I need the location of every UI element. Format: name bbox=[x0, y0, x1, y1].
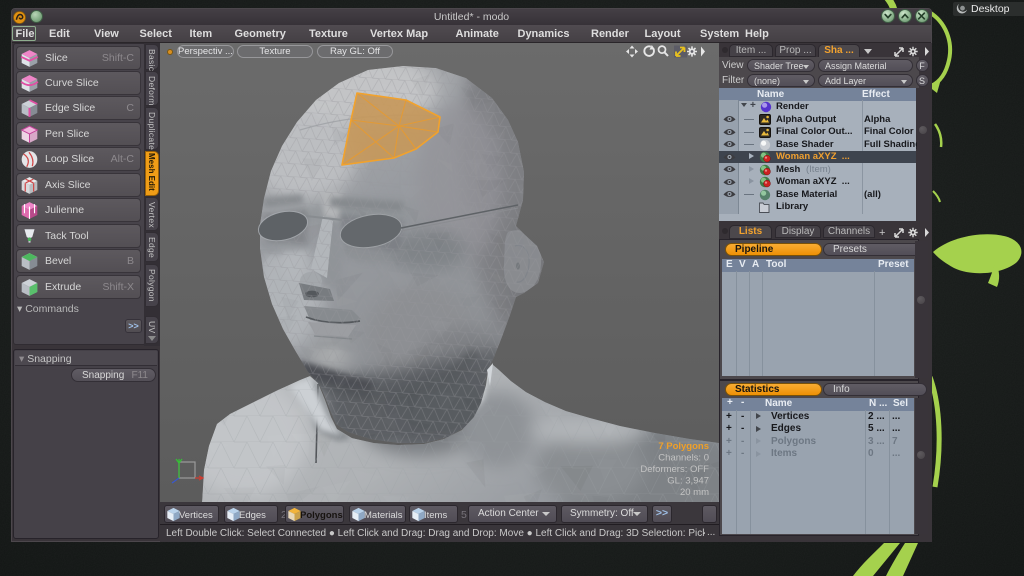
svg-text:20 mm: 20 mm bbox=[680, 487, 709, 498]
svg-text:GL: 3,947: GL: 3,947 bbox=[667, 476, 709, 487]
svg-text:Deformers: OFF: Deformers: OFF bbox=[640, 464, 709, 475]
svg-text:Channels: 0: Channels: 0 bbox=[658, 453, 709, 464]
svg-text:7 Polygons: 7 Polygons bbox=[658, 441, 709, 452]
